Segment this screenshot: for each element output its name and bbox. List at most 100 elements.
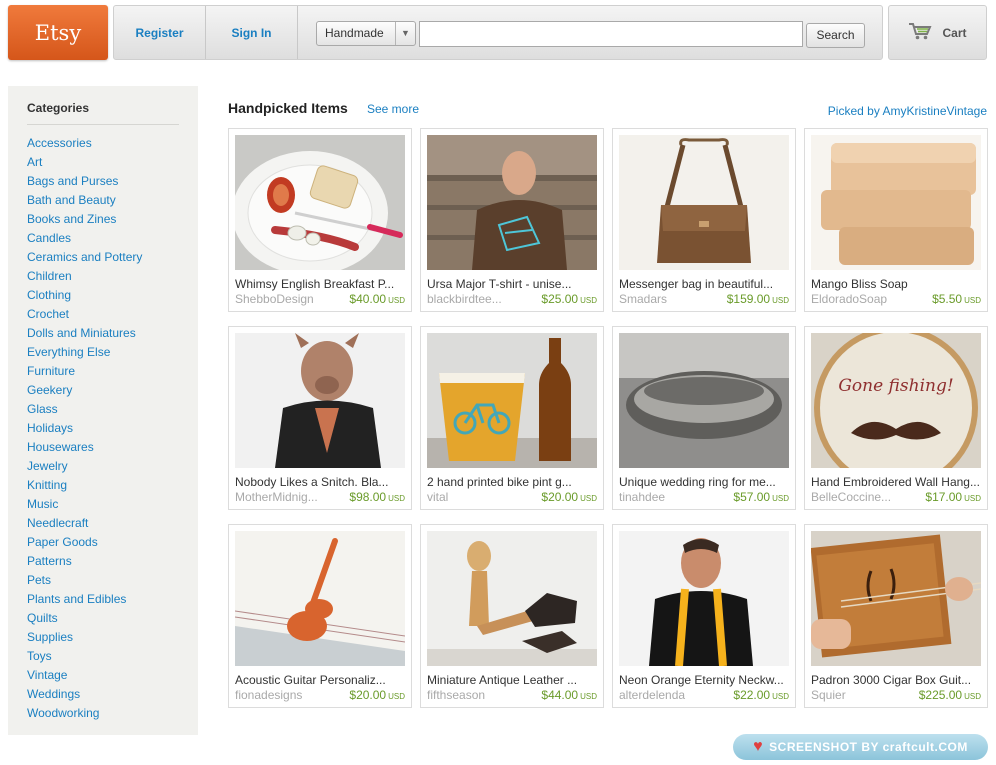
shop-name[interactable]: vital: [427, 490, 517, 504]
search-button[interactable]: Search: [806, 23, 865, 48]
category-link[interactable]: Vintage: [27, 666, 142, 685]
see-more-link[interactable]: See more: [367, 102, 419, 116]
category-link[interactable]: Music: [27, 495, 142, 514]
shop-name[interactable]: Smadars: [619, 292, 709, 306]
price-value: $159.00: [726, 292, 771, 306]
product-card[interactable]: Whimsy English Breakfast P... ShebboDesi…: [228, 128, 412, 312]
shop-name[interactable]: Squier: [811, 688, 901, 702]
product-title[interactable]: Mango Bliss Soap: [811, 277, 981, 291]
beer-glass-image[interactable]: [427, 333, 597, 468]
category-link[interactable]: Plants and Edibles: [27, 590, 142, 609]
cigar-box-guitar-image[interactable]: [811, 531, 981, 666]
shop-name[interactable]: EldoradoSoap: [811, 292, 901, 306]
category-link[interactable]: Candles: [27, 229, 142, 248]
category-link[interactable]: Accessories: [27, 134, 142, 153]
product-card[interactable]: Miniature Antique Leather ... fifthseaso…: [420, 524, 604, 708]
silver-ring-image[interactable]: [619, 333, 789, 468]
shop-name[interactable]: fionadesigns: [235, 688, 325, 702]
category-link[interactable]: Quilts: [27, 609, 142, 628]
product-price: $57.00 USD: [733, 490, 789, 504]
product-title[interactable]: 2 hand printed bike pint g...: [427, 475, 597, 489]
currency-label: USD: [772, 296, 789, 305]
category-link[interactable]: Art: [27, 153, 142, 172]
product-price: $25.00 USD: [541, 292, 597, 306]
category-link[interactable]: Books and Zines: [27, 210, 142, 229]
product-card[interactable]: Nobody Likes a Snitch. Bla... MotherMidn…: [228, 326, 412, 510]
category-link[interactable]: Woodworking: [27, 704, 142, 723]
category-link[interactable]: Clothing: [27, 286, 142, 305]
product-title[interactable]: Acoustic Guitar Personaliz...: [235, 673, 405, 687]
product-title[interactable]: Whimsy English Breakfast P...: [235, 277, 405, 291]
category-link[interactable]: Geekery: [27, 381, 142, 400]
craftcult-badge[interactable]: ♥ SCREENSHOT BY craftcult.COM: [733, 734, 988, 760]
category-link[interactable]: Children: [27, 267, 142, 286]
product-title[interactable]: Miniature Antique Leather ...: [427, 673, 597, 687]
product-title[interactable]: Unique wedding ring for me...: [619, 475, 789, 489]
shop-name[interactable]: ShebboDesign: [235, 292, 325, 306]
guitar-card-image[interactable]: [235, 531, 405, 666]
breakfast-plate-image[interactable]: [235, 135, 405, 270]
product-title[interactable]: Ursa Major T-shirt - unise...: [427, 277, 597, 291]
shop-name[interactable]: BelleCoccine...: [811, 490, 901, 504]
soap-bars-image[interactable]: [811, 135, 981, 270]
category-link[interactable]: Weddings: [27, 685, 142, 704]
signin-link[interactable]: Sign In: [206, 6, 298, 59]
category-link[interactable]: Knitting: [27, 476, 142, 495]
product-card[interactable]: Acoustic Guitar Personaliz... fionadesig…: [228, 524, 412, 708]
category-link[interactable]: Dolls and Miniatures: [27, 324, 142, 343]
product-title[interactable]: Neon Orange Eternity Neckw...: [619, 673, 789, 687]
search-input[interactable]: [419, 21, 803, 47]
product-card[interactable]: Ursa Major T-shirt - unise... blackbirdt…: [420, 128, 604, 312]
pig-mask-image[interactable]: [235, 333, 405, 468]
tshirt-man-image[interactable]: [427, 135, 597, 270]
price-value: $22.00: [733, 688, 771, 702]
currency-label: USD: [964, 692, 981, 701]
product-title[interactable]: Messenger bag in beautiful...: [619, 277, 789, 291]
category-link[interactable]: Furniture: [27, 362, 142, 381]
etsy-logo[interactable]: Etsy: [8, 5, 108, 60]
search-category-select[interactable]: Handmade ▼: [316, 21, 416, 46]
category-link[interactable]: Paper Goods: [27, 533, 142, 552]
product-card[interactable]: Padron 3000 Cigar Box Guit... Squier $22…: [804, 524, 988, 708]
category-link[interactable]: Patterns: [27, 552, 142, 571]
category-link[interactable]: Bath and Beauty: [27, 191, 142, 210]
product-price: $98.00 USD: [349, 490, 405, 504]
category-link[interactable]: Needlecraft: [27, 514, 142, 533]
cart-button[interactable]: Cart: [888, 5, 987, 60]
product-card[interactable]: Neon Orange Eternity Neckw... alterdelen…: [612, 524, 796, 708]
category-link[interactable]: Bags and Purses: [27, 172, 142, 191]
shop-name[interactable]: tinahdee: [619, 490, 709, 504]
category-link[interactable]: Housewares: [27, 438, 142, 457]
product-card[interactable]: Messenger bag in beautiful... Smadars $1…: [612, 128, 796, 312]
category-link[interactable]: Glass: [27, 400, 142, 419]
shop-name[interactable]: alterdelenda: [619, 688, 709, 702]
price-value: $5.50: [932, 292, 963, 306]
category-link[interactable]: Pets: [27, 571, 142, 590]
category-link[interactable]: Supplies: [27, 628, 142, 647]
category-link[interactable]: Everything Else: [27, 343, 142, 362]
wooden-mannequin-image[interactable]: [427, 531, 597, 666]
embroidery-hoop-image[interactable]: Gone fishing!: [811, 333, 981, 468]
heart-icon: ♥: [753, 738, 764, 755]
shop-name[interactable]: blackbirdtee...: [427, 292, 517, 306]
category-link[interactable]: Jewelry: [27, 457, 142, 476]
product-card[interactable]: Gone fishing! Hand Embroidered Wall Hang…: [804, 326, 988, 510]
product-card[interactable]: 2 hand printed bike pint g... vital $20.…: [420, 326, 604, 510]
product-card[interactable]: Mango Bliss Soap EldoradoSoap $5.50 USD: [804, 128, 988, 312]
chevron-down-icon[interactable]: ▼: [395, 22, 415, 45]
product-title[interactable]: Padron 3000 Cigar Box Guit...: [811, 673, 981, 687]
category-link[interactable]: Holidays: [27, 419, 142, 438]
orange-scarf-man-image[interactable]: [619, 531, 789, 666]
shop-name[interactable]: MotherMidnig...: [235, 490, 325, 504]
category-link[interactable]: Toys: [27, 647, 142, 666]
product-title[interactable]: Hand Embroidered Wall Hang...: [811, 475, 981, 489]
product-card[interactable]: Unique wedding ring for me... tinahdee $…: [612, 326, 796, 510]
product-price: $5.50 USD: [932, 292, 981, 306]
register-link[interactable]: Register: [114, 6, 206, 59]
product-title[interactable]: Nobody Likes a Snitch. Bla...: [235, 475, 405, 489]
shop-name[interactable]: fifthseason: [427, 688, 517, 702]
category-link[interactable]: Crochet: [27, 305, 142, 324]
leather-bag-image[interactable]: [619, 135, 789, 270]
picked-by-link[interactable]: Picked by AmyKristineVintage: [828, 104, 987, 118]
category-link[interactable]: Ceramics and Pottery: [27, 248, 142, 267]
